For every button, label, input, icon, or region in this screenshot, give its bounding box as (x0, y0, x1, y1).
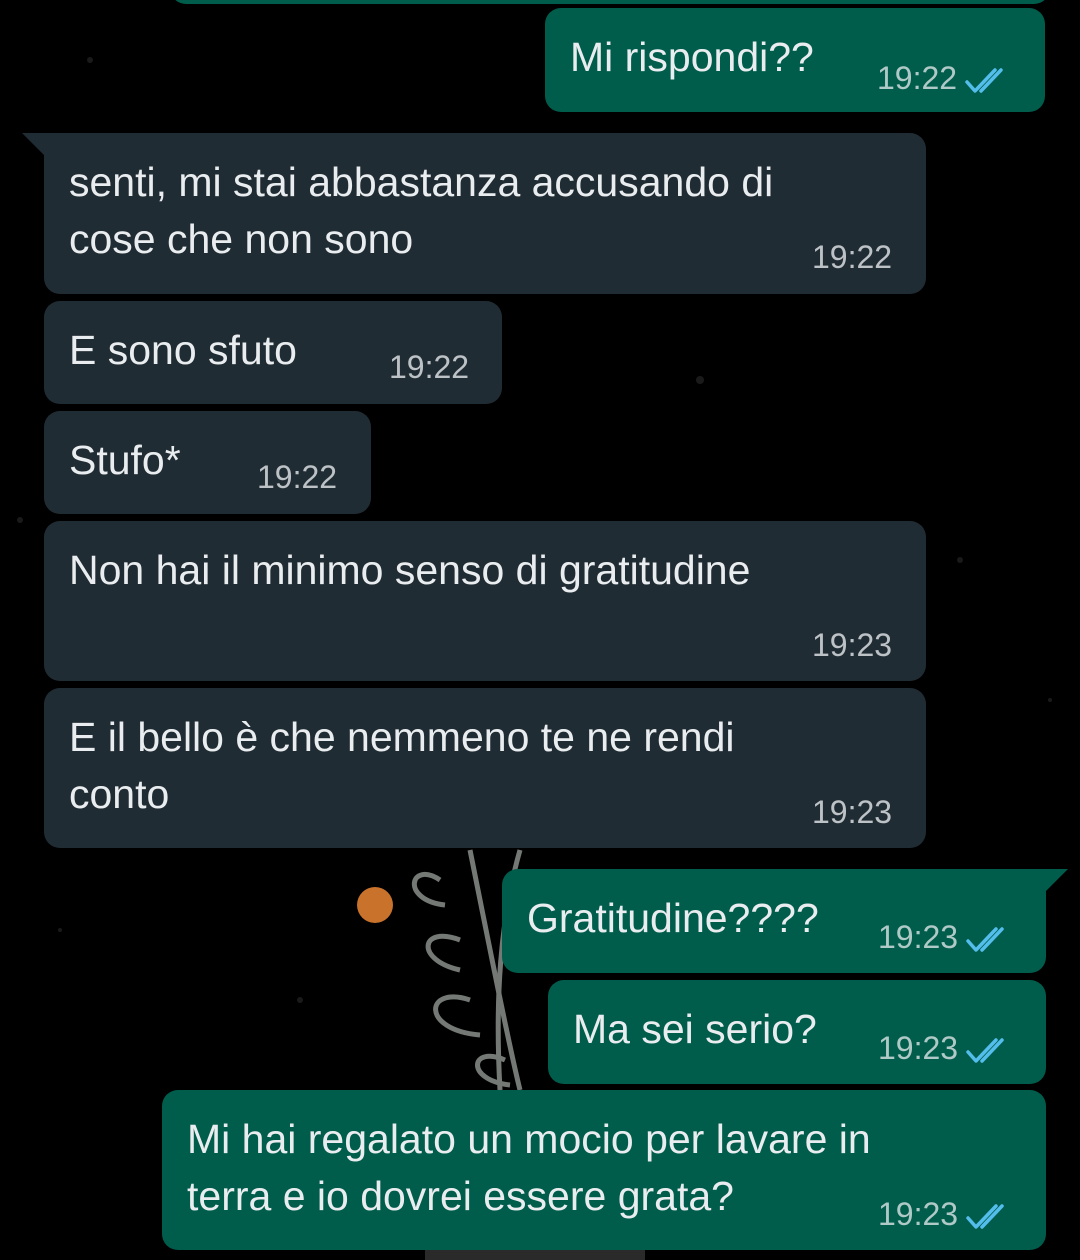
message-meta: 19:23 (878, 1030, 1012, 1066)
message-time: 19:22 (389, 349, 470, 385)
double-check-icon (966, 1203, 1004, 1229)
message-time: 19:23 (812, 627, 893, 663)
message-meta: 19:23 (878, 919, 1012, 955)
message-time: 19:22 (877, 60, 958, 96)
double-check-icon (966, 1037, 1004, 1063)
message-time: 19:23 (878, 1196, 959, 1232)
bubble-tail (22, 133, 48, 159)
message-text: senti, mi stai abbastanza accusando di c… (69, 159, 774, 262)
message-text: Non hai il minimo senso di gratitudine (69, 547, 751, 593)
outgoing-message[interactable]: Mi hai regalato un mocio per lavare in t… (162, 1090, 1046, 1250)
message-meta: 19:23 (812, 627, 892, 663)
message-meta: 19:23 (812, 794, 892, 830)
outgoing-message[interactable]: Ma sei serio? 19:23 (548, 980, 1046, 1084)
message-meta: 19:22 (877, 60, 1011, 96)
outgoing-message[interactable]: Mi rispondi?? 19:22 (545, 8, 1045, 112)
message-meta: 19:22 (389, 349, 469, 385)
message-time: 19:23 (878, 919, 959, 955)
incoming-message[interactable]: senti, mi stai abbastanza accusando di c… (22, 133, 926, 294)
message-text: E sono sfuto (69, 327, 297, 373)
message-meta: 19:23 (878, 1196, 1012, 1232)
bubble-tail (1042, 869, 1068, 895)
message-time: 19:23 (878, 1030, 959, 1066)
outgoing-message[interactable]: Gratitudine???? 19:23 (502, 869, 1068, 973)
message-text: Ma sei serio? (573, 1006, 817, 1052)
double-check-icon (966, 926, 1004, 952)
double-check-icon (965, 67, 1003, 93)
message-text: E il bello è che nemmeno te ne rendi con… (69, 714, 735, 817)
message-time: 19:22 (812, 239, 893, 275)
incoming-message[interactable]: E sono sfuto 19:22 (44, 301, 502, 404)
message-time: 19:22 (257, 459, 338, 495)
incoming-message[interactable]: Non hai il minimo senso di gratitudine 19… (44, 521, 926, 681)
message-text: Mi rispondi?? (570, 34, 814, 80)
message-text: Mi hai regalato un mocio per lavare in t… (187, 1116, 871, 1219)
message-meta: 19:22 (257, 459, 337, 495)
incoming-message[interactable]: Stufo* 19:22 (44, 411, 371, 514)
message-text: Stufo* (69, 437, 181, 483)
message-meta: 19:22 (812, 239, 892, 275)
message-time: 19:23 (812, 794, 893, 830)
message-text: Gratitudine???? (527, 895, 819, 941)
incoming-message[interactable]: E il bello è che nemmeno te ne rendi con… (44, 688, 926, 848)
chat-message-list[interactable]: Mi rispondi?? 19:22 senti, mi stai abbasta… (0, 0, 1080, 1260)
